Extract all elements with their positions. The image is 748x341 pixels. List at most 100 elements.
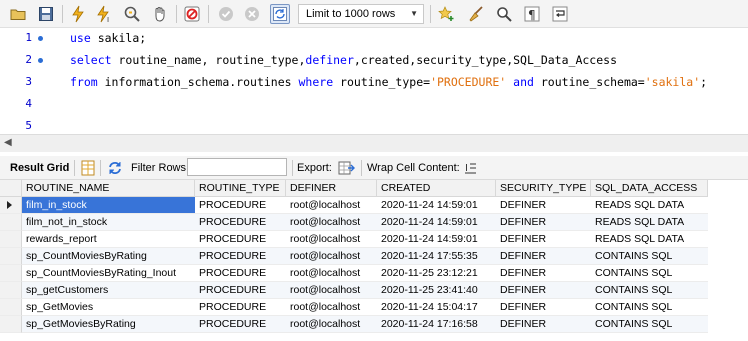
export-icon[interactable] xyxy=(337,159,355,177)
editor-horizontal-scrollbar[interactable]: ◀ xyxy=(0,134,748,152)
cell-sql-data-access[interactable]: CONTAINS SQL xyxy=(591,316,708,333)
cell-created[interactable]: 2020-11-25 23:12:21 xyxy=(377,265,496,282)
row-marker[interactable] xyxy=(0,197,22,214)
cell-security-type[interactable]: DEFINER xyxy=(496,214,591,231)
column-header[interactable]: SECURITY_TYPE xyxy=(496,180,591,197)
result-grid[interactable]: ROUTINE_NAME ROUTINE_TYPE DEFINER CREATE… xyxy=(0,180,748,333)
rollback-icon[interactable] xyxy=(242,4,262,24)
cell-routine-type[interactable]: PROCEDURE xyxy=(195,231,286,248)
cell-definer[interactable]: root@localhost xyxy=(286,282,377,299)
cell-security-type[interactable]: DEFINER xyxy=(496,248,591,265)
cell-routine-name[interactable]: sp_CountMoviesByRating_Inout xyxy=(22,265,195,282)
table-row[interactable]: film_in_stock PROCEDURE root@localhost 2020… xyxy=(0,197,748,214)
open-folder-icon[interactable] xyxy=(8,4,28,24)
cell-created[interactable]: 2020-11-24 17:16:58 xyxy=(377,316,496,333)
cell-security-type[interactable]: DEFINER xyxy=(496,282,591,299)
grid-view-icon[interactable] xyxy=(79,159,97,177)
code-line-2[interactable]: select routine_name, routine_type,define… xyxy=(70,53,617,67)
table-row[interactable]: sp_CountMoviesByRating PROCEDURE root@loca… xyxy=(0,248,748,265)
cell-routine-type[interactable]: PROCEDURE xyxy=(195,197,286,214)
refresh-icon[interactable] xyxy=(106,159,124,177)
cell-routine-type[interactable]: PROCEDURE xyxy=(195,299,286,316)
wrap-cell-toggle-icon[interactable]: I xyxy=(462,159,480,177)
code-line-3[interactable]: from information_schema.routines where r… xyxy=(70,75,707,89)
find-magnifier-icon[interactable] xyxy=(494,4,514,24)
cell-sql-data-access[interactable]: CONTAINS SQL xyxy=(591,248,708,265)
commit-icon[interactable] xyxy=(216,4,236,24)
invisible-chars-icon[interactable]: ¶ xyxy=(522,4,542,24)
cell-sql-data-access[interactable]: READS SQL DATA xyxy=(591,231,708,248)
execute-all-icon[interactable] xyxy=(68,4,88,24)
column-header[interactable]: SQL_DATA_ACCESS xyxy=(591,180,708,197)
cell-routine-name[interactable]: sp_GetMovies xyxy=(22,299,195,316)
cell-security-type[interactable]: DEFINER xyxy=(496,316,591,333)
cell-sql-data-access[interactable]: READS SQL DATA xyxy=(591,197,708,214)
table-row[interactable]: sp_getCustomers PROCEDURE root@localhost 20… xyxy=(0,282,748,299)
column-header[interactable]: CREATED xyxy=(377,180,496,197)
cell-security-type[interactable]: DEFINER xyxy=(496,231,591,248)
explain-icon[interactable] xyxy=(122,4,142,24)
cell-security-type[interactable]: DEFINER xyxy=(496,265,591,282)
cell-sql-data-access[interactable]: CONTAINS SQL xyxy=(591,282,708,299)
cell-created[interactable]: 2020-11-24 14:59:01 xyxy=(377,231,496,248)
cell-definer[interactable]: root@localhost xyxy=(286,265,377,282)
row-marker[interactable] xyxy=(0,282,22,299)
column-header[interactable]: ROUTINE_NAME xyxy=(22,180,195,197)
filter-rows-input[interactable] xyxy=(187,158,287,176)
result-grid-tab[interactable]: Result Grid xyxy=(10,162,69,174)
cell-security-type[interactable]: DEFINER xyxy=(496,197,591,214)
cell-routine-name[interactable]: sp_CountMoviesByRating xyxy=(22,248,195,265)
cell-definer[interactable]: root@localhost xyxy=(286,231,377,248)
table-row[interactable]: sp_GetMoviesByRating PROCEDURE root@localh… xyxy=(0,316,748,333)
column-header[interactable]: ROUTINE_TYPE xyxy=(195,180,286,197)
cell-created[interactable]: 2020-11-25 23:41:40 xyxy=(377,282,496,299)
cell-routine-type[interactable]: PROCEDURE xyxy=(195,248,286,265)
row-marker[interactable] xyxy=(0,214,22,231)
cell-definer[interactable]: root@localhost xyxy=(286,299,377,316)
cell-security-type[interactable]: DEFINER xyxy=(496,299,591,316)
row-marker[interactable] xyxy=(0,265,22,282)
save-icon[interactable] xyxy=(36,4,56,24)
beautify-broom-icon[interactable] xyxy=(466,4,486,24)
cell-routine-name[interactable]: sp_GetMoviesByRating xyxy=(22,316,195,333)
cell-sql-data-access[interactable]: CONTAINS SQL xyxy=(591,265,708,282)
autocommit-toggle-icon[interactable] xyxy=(270,4,290,24)
row-marker[interactable] xyxy=(0,231,22,248)
stop-icon[interactable] xyxy=(150,4,170,24)
code-line-1[interactable]: use sakila; xyxy=(70,31,146,45)
cell-routine-name[interactable]: rewards_report xyxy=(22,231,195,248)
scroll-left-arrow-icon[interactable]: ◀ xyxy=(4,137,12,148)
cell-routine-name[interactable]: film_not_in_stock xyxy=(22,214,195,231)
cell-routine-type[interactable]: PROCEDURE xyxy=(195,214,286,231)
toggle-stop-on-error-icon[interactable] xyxy=(182,4,202,24)
cell-created[interactable]: 2020-11-24 15:04:17 xyxy=(377,299,496,316)
execute-current-icon[interactable]: I xyxy=(94,4,114,24)
cell-sql-data-access[interactable]: CONTAINS SQL xyxy=(591,299,708,316)
row-marker[interactable] xyxy=(0,299,22,316)
add-snippet-star-icon[interactable] xyxy=(436,4,456,24)
cell-definer[interactable]: root@localhost xyxy=(286,197,377,214)
table-row[interactable]: rewards_report PROCEDURE root@localhost 202… xyxy=(0,231,748,248)
table-row[interactable]: sp_CountMoviesByRating_Inout PROCEDURE roo… xyxy=(0,265,748,282)
cell-definer[interactable]: root@localhost xyxy=(286,316,377,333)
column-header[interactable]: DEFINER xyxy=(286,180,377,197)
cell-routine-name[interactable]: sp_getCustomers xyxy=(22,282,195,299)
limit-rows-value: Limit to 1000 rows xyxy=(306,8,396,20)
cell-created[interactable]: 2020-11-24 14:59:01 xyxy=(377,197,496,214)
cell-routine-type[interactable]: PROCEDURE xyxy=(195,282,286,299)
cell-routine-name[interactable]: film_in_stock xyxy=(22,197,195,214)
cell-definer[interactable]: root@localhost xyxy=(286,214,377,231)
cell-routine-type[interactable]: PROCEDURE xyxy=(195,265,286,282)
table-row[interactable]: film_not_in_stock PROCEDURE root@localhost… xyxy=(0,214,748,231)
cell-definer[interactable]: root@localhost xyxy=(286,248,377,265)
limit-rows-select[interactable]: Limit to 1000 rows ▼ xyxy=(298,4,424,24)
cell-created[interactable]: 2020-11-24 14:59:01 xyxy=(377,214,496,231)
row-marker[interactable] xyxy=(0,248,22,265)
wrap-lines-icon[interactable] xyxy=(550,4,570,24)
row-marker[interactable] xyxy=(0,316,22,333)
cell-routine-type[interactable]: PROCEDURE xyxy=(195,316,286,333)
cell-created[interactable]: 2020-11-24 17:55:35 xyxy=(377,248,496,265)
table-row[interactable]: sp_GetMovies PROCEDURE root@localhost 2020-… xyxy=(0,299,748,316)
cell-sql-data-access[interactable]: READS SQL DATA xyxy=(591,214,708,231)
sql-editor[interactable]: 1 2 3 4 5 use sakila; select routine_nam… xyxy=(0,28,748,134)
